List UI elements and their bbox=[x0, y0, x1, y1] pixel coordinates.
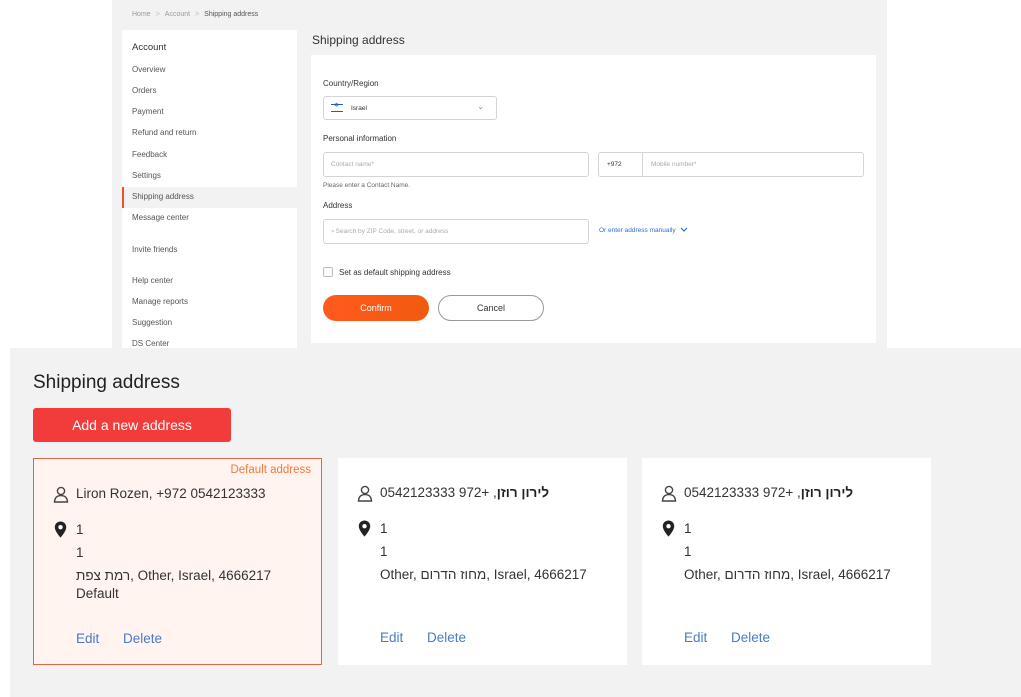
default-address-badge: Default address bbox=[230, 464, 311, 476]
contact-phone: , +972 0542123333 bbox=[684, 485, 801, 500]
contact-name: לירון רוזן bbox=[496, 485, 550, 500]
form-page-title: Shipping address bbox=[312, 33, 405, 47]
location-pin-icon bbox=[54, 521, 67, 538]
contact-phone: , +972 0542123333 bbox=[148, 486, 266, 501]
address-card: לירון רוזן, +972 0542123333 1 1 Other, מ… bbox=[338, 458, 627, 665]
person-icon bbox=[661, 485, 677, 502]
search-icon: ⌕ bbox=[331, 227, 335, 235]
contact-name-error: Please enter a Contact Name. bbox=[323, 182, 411, 189]
sidebar-item-feedback[interactable]: Feedback bbox=[132, 150, 167, 159]
person-icon bbox=[53, 486, 69, 503]
sidebar-item-ds-center[interactable]: DS Center bbox=[132, 339, 169, 348]
address-card-default: Default address Liron Rozen, +972 054212… bbox=[33, 458, 322, 665]
address-form-card: Country/Region Israel ⌄ Personal informa… bbox=[311, 55, 876, 343]
address-default-note: Default bbox=[76, 586, 119, 601]
address-line-3: רמת צפת, Other, Israel, 4666217 bbox=[76, 568, 272, 583]
sidebar-item-message-center[interactable]: Message center bbox=[132, 213, 189, 222]
breadcrumb-current: Shipping address bbox=[204, 11, 259, 18]
address-search-input[interactable]: ⌕ Search by ZIP Code, street, or address bbox=[323, 219, 589, 244]
contact-name-input[interactable]: Contact name* bbox=[323, 152, 589, 177]
edit-address-link[interactable]: Edit bbox=[684, 630, 707, 645]
sidebar-item-settings[interactable]: Settings bbox=[132, 171, 161, 180]
manual-link-label: Or enter address manually bbox=[599, 227, 676, 234]
address-list-screen: Shipping address Add a new address Defau… bbox=[10, 348, 1021, 697]
default-address-checkbox-label: Set as default shipping address bbox=[339, 268, 451, 277]
chevron-down-icon: ⌄ bbox=[477, 102, 484, 111]
edit-address-link[interactable]: Edit bbox=[380, 630, 403, 645]
add-new-address-button[interactable]: Add a new address bbox=[33, 408, 231, 442]
sidebar-item-refund-and-return[interactable]: Refund and return bbox=[132, 128, 197, 137]
location-pin-icon bbox=[662, 520, 675, 537]
contact-line: Liron Rozen, +972 0542123333 bbox=[76, 486, 266, 501]
delete-address-link[interactable]: Delete bbox=[427, 630, 466, 645]
breadcrumb-account[interactable]: Account bbox=[165, 11, 190, 18]
sidebar-item-invite-friends[interactable]: Invite friends bbox=[132, 245, 177, 254]
address-form-screen: Home > Account > Shipping address Account Ov… bbox=[112, 0, 887, 348]
address-line-1: 1 bbox=[684, 521, 692, 536]
contact-name: לירון רוזן bbox=[800, 485, 854, 500]
sidebar-item-suggestion[interactable]: Suggestion bbox=[132, 318, 172, 327]
address-line-1: 1 bbox=[76, 522, 84, 537]
breadcrumb-home[interactable]: Home bbox=[132, 11, 151, 18]
phone-code-select[interactable]: +972 bbox=[599, 153, 643, 176]
enter-address-manually-link[interactable]: Or enter address manually bbox=[599, 227, 688, 234]
contact-name: Liron Rozen bbox=[76, 486, 149, 501]
personal-info-label: Personal information bbox=[323, 134, 397, 143]
sidebar-item-overview[interactable]: Overview bbox=[132, 65, 165, 74]
delete-address-link[interactable]: Delete bbox=[731, 630, 770, 645]
sidebar-heading: Account bbox=[132, 42, 167, 53]
address-line-2: 1 bbox=[76, 545, 84, 560]
address-line-2: 1 bbox=[380, 544, 388, 559]
mobile-number-field[interactable]: +972 Mobile number* bbox=[598, 152, 864, 177]
address-line-2: 1 bbox=[684, 544, 692, 559]
sidebar-item-manage-reports[interactable]: Manage reports bbox=[132, 297, 188, 306]
contact-phone: , +972 0542123333 bbox=[380, 485, 497, 500]
address-search-placeholder: Search by ZIP Code, street, or address bbox=[335, 228, 449, 235]
country-label: Country/Region bbox=[323, 79, 379, 88]
address-card: לירון רוזן, +972 0542123333 1 1 Other, מ… bbox=[642, 458, 931, 665]
edit-address-link[interactable]: Edit bbox=[76, 631, 99, 646]
confirm-button[interactable]: Confirm bbox=[323, 295, 429, 321]
sidebar-item-help-center[interactable]: Help center bbox=[132, 276, 173, 285]
israel-flag-icon bbox=[331, 102, 343, 112]
default-address-checkbox[interactable] bbox=[323, 267, 333, 277]
country-value: Israel bbox=[351, 104, 367, 112]
sidebar-item-payment[interactable]: Payment bbox=[132, 107, 164, 116]
address-line-3: Other, מחוז הדרום, Israel, 4666217 bbox=[380, 567, 587, 582]
page-title: Shipping address bbox=[33, 372, 180, 393]
mobile-number-input[interactable]: Mobile number* bbox=[643, 161, 697, 168]
breadcrumb: Home > Account > Shipping address bbox=[132, 11, 259, 18]
sidebar-item-shipping-address[interactable]: Shipping address bbox=[132, 192, 194, 201]
cancel-button[interactable]: Cancel bbox=[438, 295, 544, 321]
contact-line: לירון רוזן, +972 0542123333 bbox=[684, 485, 853, 500]
person-icon bbox=[357, 485, 373, 502]
sidebar-item-orders[interactable]: Orders bbox=[132, 86, 156, 95]
contact-line: לירון רוזן, +972 0542123333 bbox=[380, 485, 549, 500]
address-line-3: Other, מחוז הדרום, Israel, 4666217 bbox=[684, 567, 891, 582]
delete-address-link[interactable]: Delete bbox=[123, 631, 162, 646]
chevron-down-icon bbox=[680, 227, 688, 233]
address-line-1: 1 bbox=[380, 521, 388, 536]
location-pin-icon bbox=[358, 520, 371, 537]
address-label: Address bbox=[323, 201, 353, 210]
country-select[interactable]: Israel ⌄ bbox=[323, 96, 497, 120]
account-sidebar: Account Overview Orders Payment Refund a… bbox=[122, 30, 297, 348]
